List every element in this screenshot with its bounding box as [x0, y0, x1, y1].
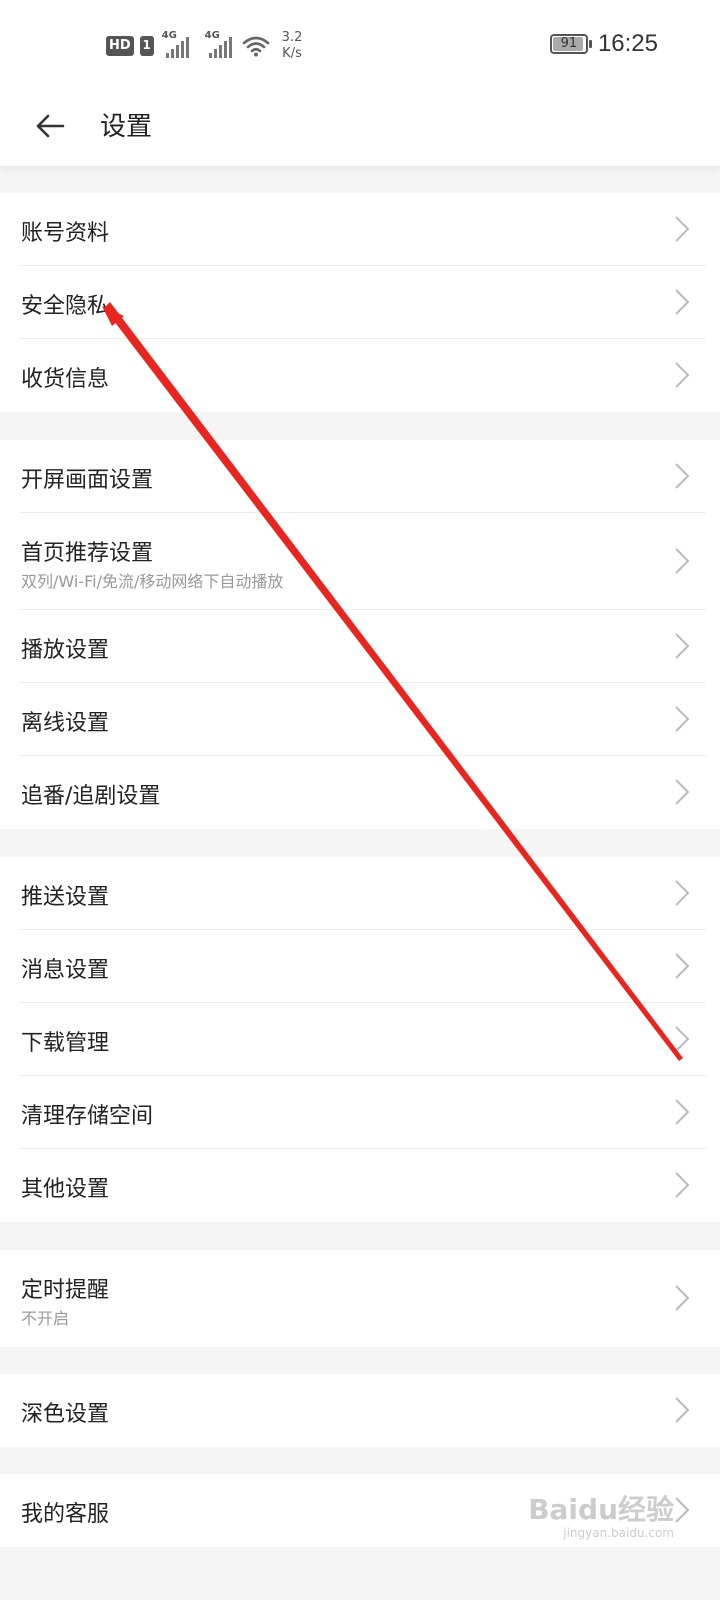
page-title: 设置: [100, 112, 153, 142]
clock: 16:25: [597, 30, 658, 57]
status-bar: HD 1 4G 4G 3.2 K/s 91 16:25: [0, 0, 720, 90]
chevron-right-icon: [675, 362, 690, 388]
watermark-logo: Baidu经验: [528, 1493, 674, 1526]
settings-item-label: 我的客服: [21, 1502, 110, 1527]
settings-item-playback[interactable]: 播放设置: [0, 610, 720, 683]
battery-level: 91: [560, 36, 578, 51]
chevron-right-icon: [675, 633, 690, 659]
settings-item-account-profile[interactable]: 账号资料: [0, 193, 720, 266]
settings-item-security-privacy[interactable]: 安全隐私: [0, 266, 720, 339]
settings-item-label: 下载管理: [21, 1031, 110, 1056]
settings-item-label: 开屏画面设置: [21, 468, 154, 493]
chevron-right-icon: [675, 216, 690, 242]
chevron-right-icon: [675, 1026, 690, 1052]
settings-group-reminder: 定时提醒 不开启: [0, 1250, 720, 1347]
settings-item-timer-reminder[interactable]: 定时提醒 不开启: [0, 1250, 720, 1347]
network-speed: 3.2 K/s: [282, 30, 303, 62]
speed-value: 3.2: [281, 30, 303, 45]
settings-item-offline[interactable]: 离线设置: [0, 683, 720, 756]
settings-item-label: 收货信息: [21, 367, 110, 392]
back-button[interactable]: [26, 102, 74, 150]
chevron-right-icon: [675, 706, 690, 732]
settings-group-account: 账号资料 安全隐私 收货信息: [0, 193, 720, 412]
settings-item-label: 追番/追剧设置: [21, 784, 161, 809]
status-left: HD 1 4G 4G 3.2 K/s: [106, 28, 302, 64]
chevron-right-icon: [675, 548, 690, 574]
chevron-right-icon: [675, 953, 690, 979]
chevron-right-icon: [675, 1497, 690, 1523]
settings-group-playback: 开屏画面设置 首页推荐设置 双列/Wi-Fi/免流/移动网络下自动播放 播放设置…: [0, 440, 720, 829]
signal-icon: 4G: [162, 30, 189, 58]
chevron-right-icon: [675, 1397, 690, 1423]
chevron-right-icon: [675, 289, 690, 315]
settings-group-general: 推送设置 消息设置 下载管理 清理存储空间 其他设置: [0, 857, 720, 1222]
wifi-icon: [242, 36, 269, 57]
settings-item-shipping-info[interactable]: 收货信息: [0, 339, 720, 412]
settings-item-splash-screen[interactable]: 开屏画面设置: [0, 440, 720, 513]
settings-item-label: 账号资料: [21, 221, 110, 246]
chevron-right-icon: [675, 1172, 690, 1198]
settings-item-label: 消息设置: [21, 958, 110, 983]
watermark-url: jingyan.baidu.com: [563, 1526, 674, 1540]
settings-group-theme: 深色设置: [0, 1374, 720, 1447]
settings-item-messages[interactable]: 消息设置: [0, 930, 720, 1003]
settings-item-label: 推送设置: [21, 885, 110, 910]
settings-item-downloads[interactable]: 下载管理: [0, 1003, 720, 1076]
status-right: 91 16:25: [549, 30, 658, 58]
sim-badge: 1: [139, 36, 154, 56]
watermark: Baidu经验 jingyan.baidu.com: [528, 1488, 674, 1540]
settings-item-push[interactable]: 推送设置: [0, 857, 720, 930]
settings-item-subtitle: 双列/Wi-Fi/免流/移动网络下自动播放: [21, 572, 284, 591]
settings-item-follow-series[interactable]: 追番/追剧设置: [0, 756, 720, 829]
settings-item-subtitle: 不开启: [21, 1309, 70, 1328]
settings-item-other[interactable]: 其他设置: [0, 1149, 720, 1222]
back-arrow-icon: [36, 114, 65, 138]
chevron-right-icon: [675, 880, 690, 906]
settings-item-home-recommend[interactable]: 首页推荐设置 双列/Wi-Fi/免流/移动网络下自动播放: [0, 513, 720, 610]
settings-item-dark-mode[interactable]: 深色设置: [0, 1374, 720, 1447]
settings-item-label: 安全隐私: [21, 294, 110, 319]
battery-icon: 91: [549, 34, 592, 54]
settings-item-label: 离线设置: [21, 711, 110, 736]
network-type-1: 4G: [161, 30, 177, 41]
speed-unit: K/s: [282, 46, 302, 61]
chevron-right-icon: [675, 1099, 690, 1125]
settings-item-label: 其他设置: [21, 1177, 110, 1202]
hd-badge: HD: [106, 36, 134, 56]
chevron-right-icon: [675, 463, 690, 489]
settings-item-label: 播放设置: [21, 638, 110, 663]
settings-item-label: 定时提醒: [21, 1278, 110, 1303]
signal-icon-2: 4G: [205, 30, 232, 58]
app-header: 设置: [0, 90, 720, 166]
settings-item-label: 清理存储空间: [21, 1104, 154, 1129]
network-type-2: 4G: [204, 30, 220, 41]
settings-item-clear-storage[interactable]: 清理存储空间: [0, 1076, 720, 1149]
chevron-right-icon: [675, 1285, 690, 1311]
chevron-right-icon: [675, 779, 690, 805]
settings-item-label: 深色设置: [21, 1402, 110, 1427]
settings-item-label: 首页推荐设置: [21, 541, 154, 566]
